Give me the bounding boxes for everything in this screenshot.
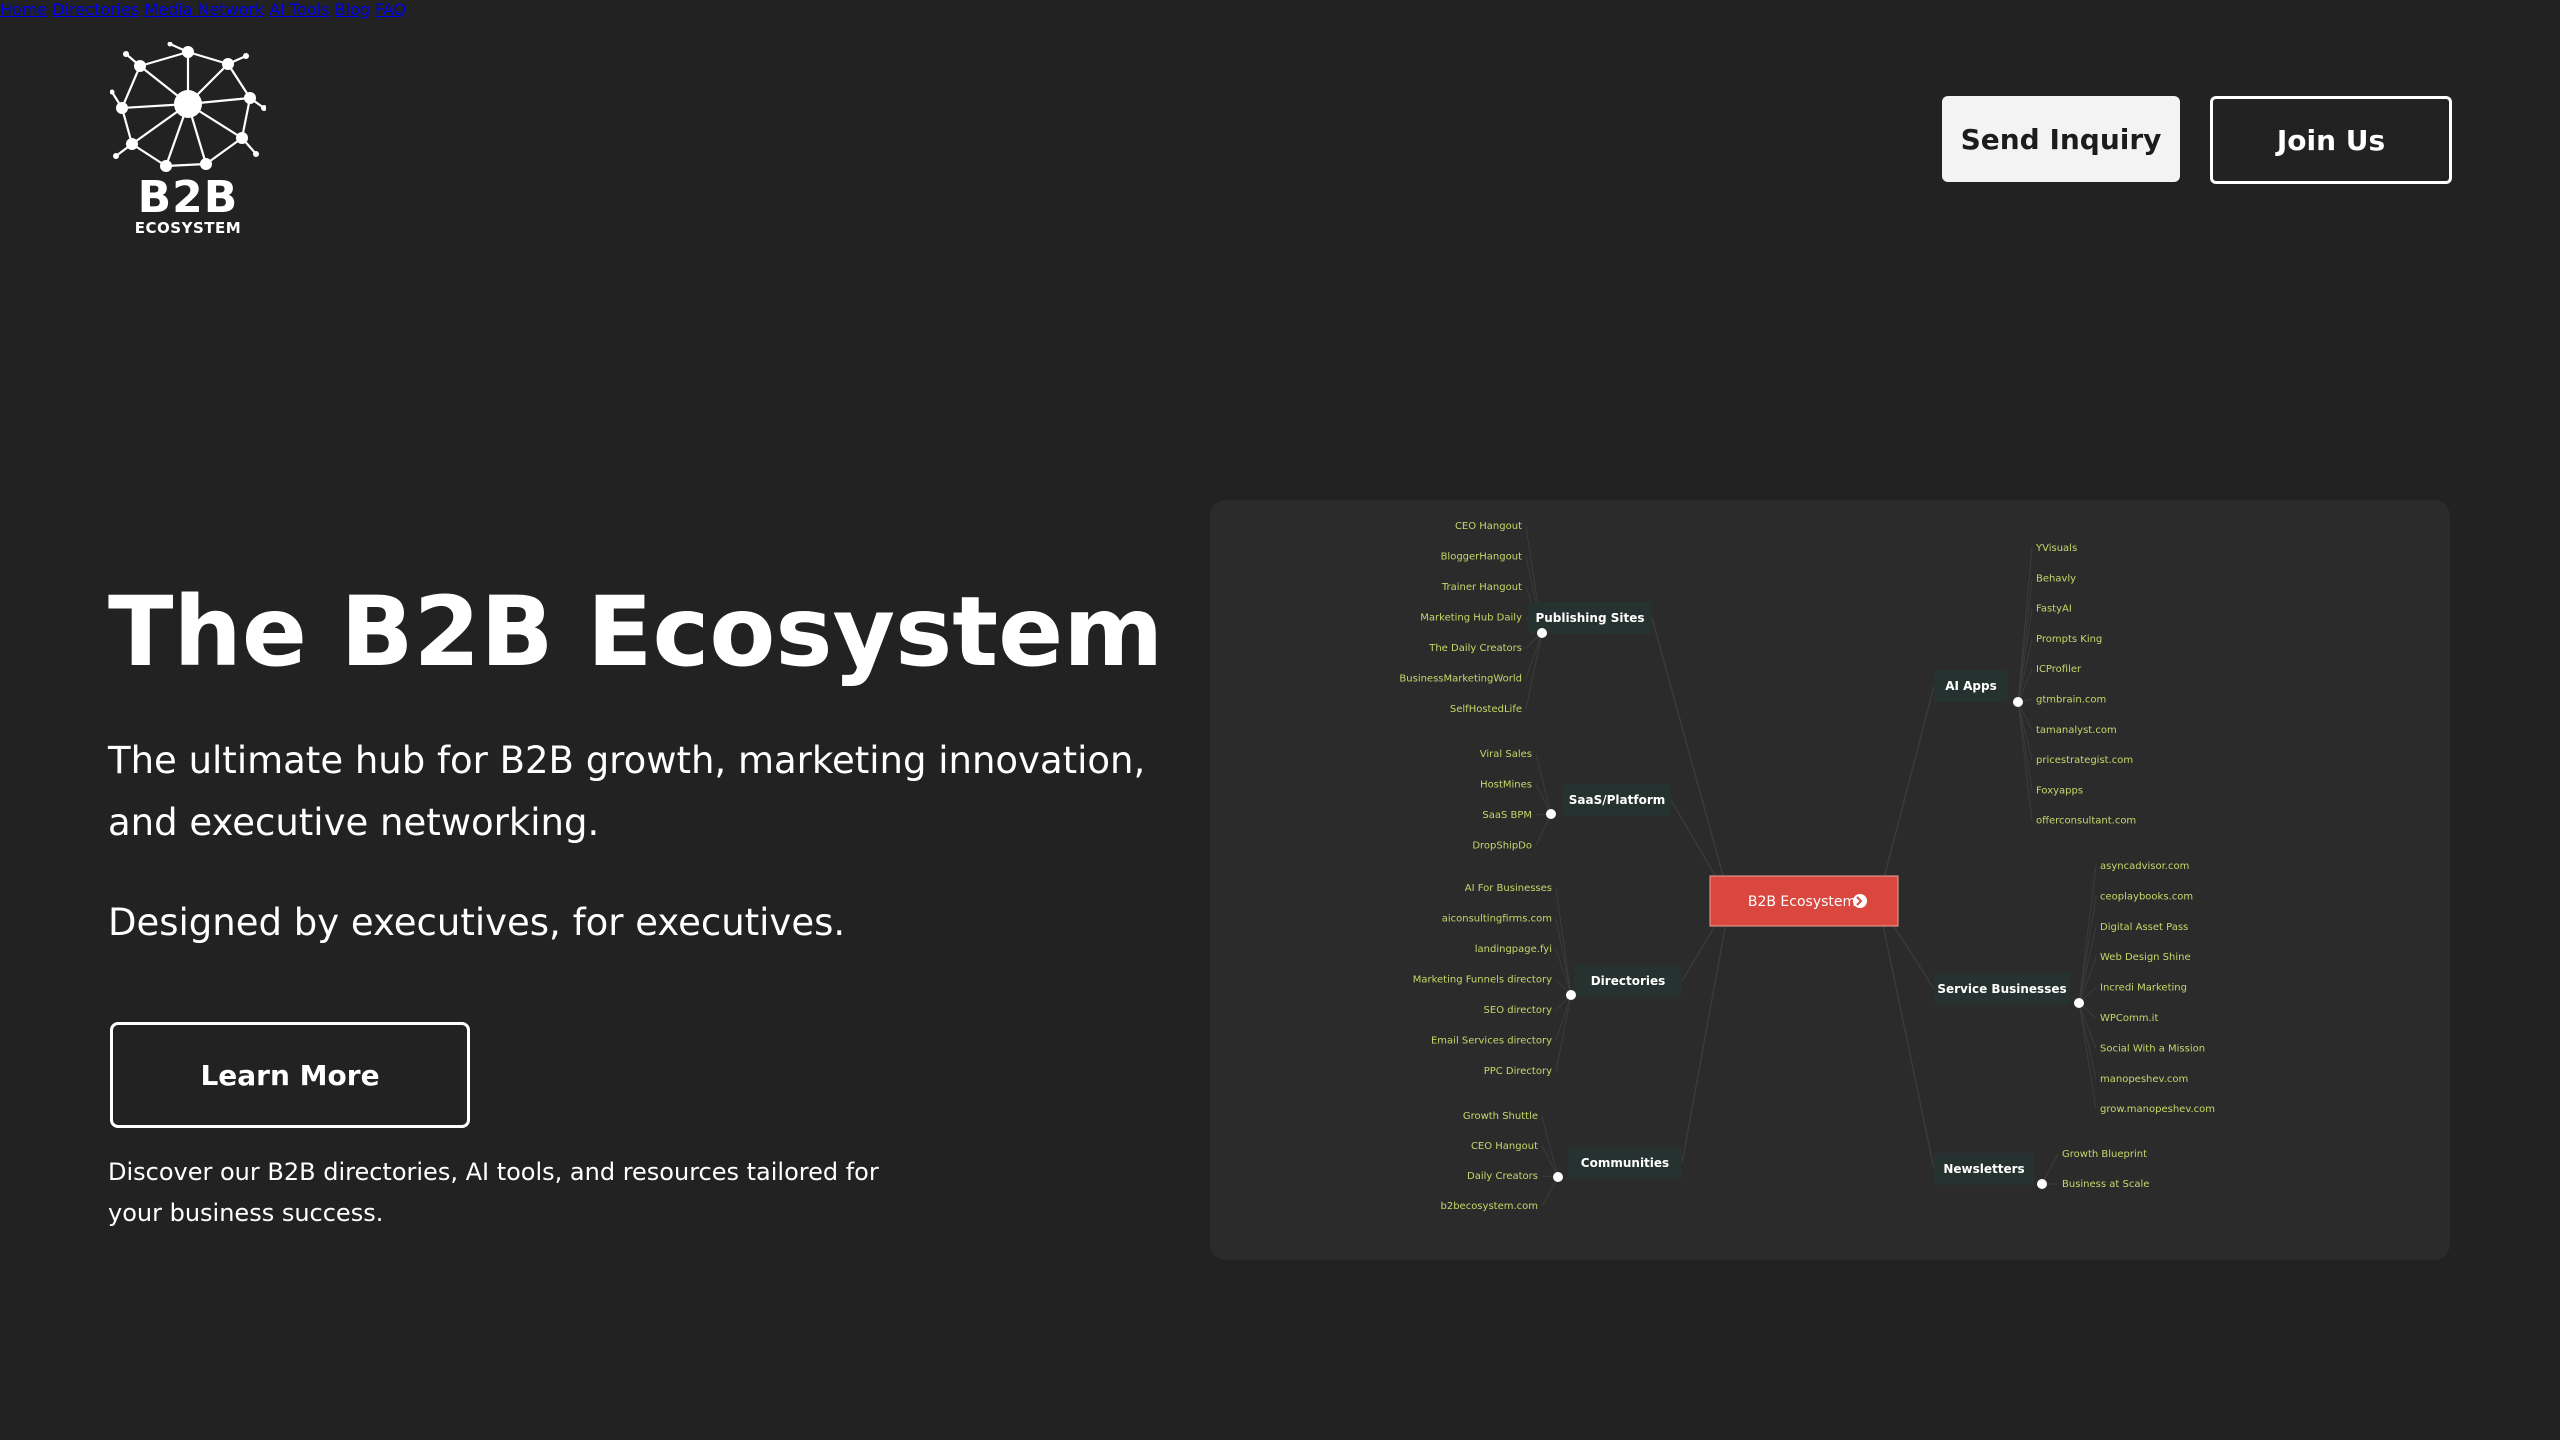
mindmap-leaf-business-at-scale: Business at Scale [2062,1179,2149,1190]
mindmap-category-label: SaaS/Platform [1569,793,1666,807]
nav-directories[interactable]: Directories [52,0,139,19]
brand-wordmark: B2B ECOSYSTEM [110,172,266,237]
mindmap-leaf-marketing-funnels-directory: Marketing Funnels directory [1413,975,1552,986]
mindmap-leaf-daily-creators: Daily Creators [1467,1171,1538,1182]
leaf-connector [1541,1145,1559,1178]
brand-name: B2B [137,172,239,223]
leaf-connector [2078,896,2097,1004]
mindmap-leaf-the-daily-creators: The Daily Creators [1428,643,1522,654]
node-dot-icon [2074,998,2084,1008]
mindmap-leaf-grow-manopeshev-com: grow.manopeshev.com [2100,1104,2215,1115]
leaf-connector [1535,813,1552,846]
mindmap-center-label: B2B Ecosystem [1748,894,1856,910]
node-dot-icon [1537,628,1547,638]
mindmap-category-label: Newsletters [1943,1162,2024,1176]
nav-home[interactable]: Home [0,0,47,19]
nav-blog[interactable]: Blog [335,0,370,19]
mindmap-leaf-saas-bpm: SaaS BPM [1482,810,1532,821]
mindmap-leaf-web-design-shine: Web Design Shine [2100,952,2191,963]
mindmap-leaf-ceoplaybooks-com: ceoplaybooks.com [2100,891,2193,902]
mindmap-leaf-yvisuals: YVisuals [2035,543,2077,554]
mindmap-leaf-b2becosystem-com: b2becosystem.com [1440,1201,1538,1212]
nav-faq[interactable]: FAQ [375,0,406,19]
brand-subtitle: ECOSYSTEM [134,219,242,237]
mindmap-leaf-incredi-marketing: Incredi Marketing [2100,983,2187,994]
nav-ai-tools[interactable]: AI Tools [269,0,329,19]
mindmap-leaf-gtmbrain-com: gtmbrain.com [2036,695,2106,706]
mindmap-leaf-social-with-a-mission: Social With a Mission [2100,1043,2205,1054]
send-inquiry-button[interactable]: Send Inquiry [1942,96,2180,182]
mindmap-canvas: CEO Hangout BloggerHangout Trainer Hangout… [1399,521,2215,1212]
mindmap-leaf-bloggerhangout: BloggerHangout [1441,552,1523,563]
learn-more-button[interactable]: Learn More [110,1022,470,1128]
network-logo-icon [110,42,266,172]
hero-tagline: Designed by executives, for executives. [108,901,846,944]
ecosystem-mindmap: CEO Hangout BloggerHangout Trainer Hangout… [1210,500,2450,1260]
join-us-button[interactable]: Join Us [2210,96,2452,184]
mindmap-leaf-offerconsultant-com: offerconsultant.com [2036,816,2136,827]
mindmap-category-label: Directories [1591,974,1666,988]
node-dot-icon [2037,1179,2047,1189]
mindmap-leaf-digital-asset-pass: Digital Asset Pass [2100,922,2188,933]
mindmap-leaf-trainer-hangout: Trainer Hangout [1441,582,1522,593]
node-dot-icon [2013,697,2023,707]
hero-subtitle: The ultimate hub for B2B growth, marketi… [108,739,1146,844]
hero-title: The B2B Ecosystem [108,576,1164,688]
mindmap-leaf-asyncadvisor-com: asyncadvisor.com [2100,861,2189,872]
mindmap-leaf-growth-blueprint: Growth Blueprint [2062,1149,2147,1160]
connector-line [1651,617,1731,902]
mindmap-leaf-tamanalyst-com: tamanalyst.com [2036,725,2117,736]
mindmap-leaf-marketing-hub-daily: Marketing Hub Daily [1420,613,1522,624]
hero-discover-text: Discover our B2B directories, AI tools, … [108,1158,879,1227]
mindmap-leaf-dropshipdo: DropShipDo [1472,841,1532,852]
mindmap-leaf-email-services-directory: Email Services directory [1431,1036,1552,1047]
mindmap-leaf-growth-shuttle: Growth Shuttle [1463,1111,1538,1122]
mindmap-category-label: Publishing Sites [1535,611,1644,625]
leaf-connector [2017,638,2033,703]
nav-media-network[interactable]: Media Network [144,0,264,19]
mindmap-leaf-prompts-king: Prompts King [2036,634,2102,645]
leaf-connector [2041,1153,2059,1185]
leaf-connector [1541,1115,1559,1178]
mindmap-leaf-ppc-directory: PPC Directory [1484,1066,1552,1077]
node-dot-icon [1553,1172,1563,1182]
connector-line [1877,685,1935,902]
mindmap-leaf-seo-directory: SEO directory [1484,1005,1553,1016]
mindmap-category-label: Service Businesses [1937,982,2066,996]
mindmap-leaf-wpcomm-it: WPComm.it [2100,1013,2158,1024]
leaf-connector [1555,887,1572,996]
mindmap-leaf-icprofiler: ICProfiler [2036,664,2082,675]
leaf-connector [1535,753,1552,815]
brand-logo[interactable]: B2B ECOSYSTEM [110,42,266,242]
main-nav: Home Directories Media Network AI Tools … [0,0,2560,19]
connector-line [1877,900,1935,1170]
mindmap-category-label: Communities [1581,1156,1669,1170]
mindmap-leaf-pricestrategist-com: pricestrategist.com [2036,755,2133,766]
mindmap-category-label: AI Apps [1945,679,1997,693]
mindmap-leaf-aiconsultingfirms-com: aiconsultingfirms.com [1442,914,1552,925]
leaf-connector [2017,701,2033,761]
node-dot-icon [1566,990,1576,1000]
leaf-connector [2078,865,2097,1004]
mindmap-leaf-hostmines: HostMines [1480,780,1532,791]
mindmap-leaf-ceo-hangout: CEO Hangout [1471,1141,1538,1152]
leaf-connector [2017,578,2033,703]
mindmap-leaf-ai-for-businesses: AI For Businesses [1465,883,1552,894]
mindmap-leaf-fastyai: FastyAI [2036,604,2072,615]
mindmap-leaf-foxyapps: Foxyapps [2036,785,2083,796]
node-dot-icon [1546,809,1556,819]
leaf-connector [2078,1002,2097,1110]
mindmap-leaf-selfhostedlife: SelfHostedLife [1450,704,1522,715]
mindmap-leaf-ceo-hangout: CEO Hangout [1455,521,1522,532]
mindmap-leaf-viral-sales: Viral Sales [1480,749,1532,760]
mindmap-leaf-manopeshev-com: manopeshev.com [2100,1074,2188,1085]
mindmap-leaf-businessmarketingworld: BusinessMarketingWorld [1399,674,1522,685]
mindmap-leaf-landingpage-fyi: landingpage.fyi [1475,944,1552,955]
mindmap-leaf-behavly: Behavly [2036,573,2076,584]
leaf-connector [2017,701,2033,821]
